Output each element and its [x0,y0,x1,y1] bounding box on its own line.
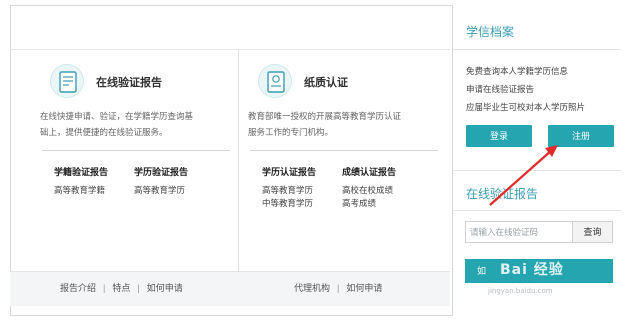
card-sub-rule [250,150,438,151]
desc-line: 服务工作的专门机构。 [248,127,334,137]
page-canvas: 在线验证报告 在线快捷申请、验证，在学籍学历查询基 础上，提供便捷的在线验证服务… [0,0,628,326]
column-link[interactable]: 中等教育学历 [262,197,316,210]
archive-title: 学信档案 [466,25,515,39]
card2-links: 代理机构 | 如何申请 [294,281,382,294]
report-column: 学历验证报告 高等教育学历 [134,165,188,197]
card-title: 纸质认证 [304,77,348,89]
link-how-to-apply[interactable]: 如何申请 [147,283,183,293]
link-how-to-apply[interactable]: 如何申请 [346,283,382,293]
desc-line: 础上，提供便捷的在线验证服务。 [40,127,168,137]
archive-line: 申请在线验证报告 [466,84,535,94]
link-report-intro[interactable]: 报告介绍 [60,283,96,293]
column-heading[interactable]: 学籍验证报告 [54,165,108,178]
column-link[interactable]: 高校在校成绩 [342,184,396,197]
baidu-watermark: Bai 经验 [500,262,564,278]
login-button[interactable]: 登录 [466,125,532,147]
card-divider [238,50,239,306]
column-heading[interactable]: 学历认证报告 [262,165,316,178]
link-features[interactable]: 特点 [112,283,130,293]
column-link[interactable]: 高等教育学籍 [54,184,108,197]
card-description: 教育部唯一授权的开展高等教育学历认证 服务工作的专门机构。 [248,108,443,140]
card-description: 在线快捷申请、验证，在学籍学历查询基 础上，提供便捷的在线验证服务。 [40,108,235,140]
report-column: 成绩认证报告 高校在校成绩 高考成绩 [342,165,396,210]
report-column: 学历认证报告 高等教育学历 中等教育学历 [262,165,316,210]
link-separator: | [103,283,106,293]
report-columns: 学籍验证报告 高等教育学籍 学历验证报告 高等教育学历 [54,165,234,197]
online-verify-card: 在线验证报告 在线快捷申请、验证，在学籍学历查询基 础上，提供便捷的在线验证服务… [34,50,237,306]
verify-code-input[interactable] [466,222,570,242]
watermark-url: jingyan.baidu.com [488,287,553,295]
card1-links: 报告介绍 | 特点 | 如何申请 [60,281,183,294]
query-button[interactable]: 查询 [572,222,612,242]
desc-line: 在线快捷申请、验证，在学籍学历查询基 [40,111,194,121]
report-columns: 学历认证报告 高等教育学历 中等教育学历 成绩认证报告 高校在校成绩 高考成绩 [262,165,442,210]
paper-certificate-icon [258,64,292,98]
archive-line: 免费查询本人学籍学历信息 [466,66,569,76]
column-heading[interactable]: 学历验证报告 [134,165,188,178]
column-link[interactable]: 高等教育学历 [262,184,316,197]
card-sub-rule [42,150,230,151]
card-title: 在线验证报告 [96,77,162,89]
archive-line: 应届毕业生可校对本人学历照片 [466,102,586,112]
register-button[interactable]: 注册 [548,125,614,147]
desc-line: 教育部唯一授权的开展高等教育学历认证 [248,111,402,121]
link-agencies[interactable]: 代理机构 [294,283,330,293]
paper-cert-card: 纸质认证 教育部唯一授权的开展高等教育学历认证 服务工作的专门机构。 学历认证报… [242,50,449,306]
verify-bar-label: 如 [477,266,487,276]
column-heading[interactable]: 成绩认证报告 [342,165,396,178]
document-check-icon [50,64,84,98]
panel-rule [453,170,621,171]
link-separator: | [337,283,340,293]
link-separator: | [137,283,140,293]
column-link[interactable]: 高等教育学历 [134,184,188,197]
verify-code-field: 查询 [465,221,613,243]
verify-title: 在线验证报告 [466,187,539,201]
panel-rule [453,210,621,211]
column-link[interactable]: 高考成绩 [342,197,396,210]
report-column: 学籍验证报告 高等教育学籍 [54,165,108,197]
panel-rule [453,49,621,50]
